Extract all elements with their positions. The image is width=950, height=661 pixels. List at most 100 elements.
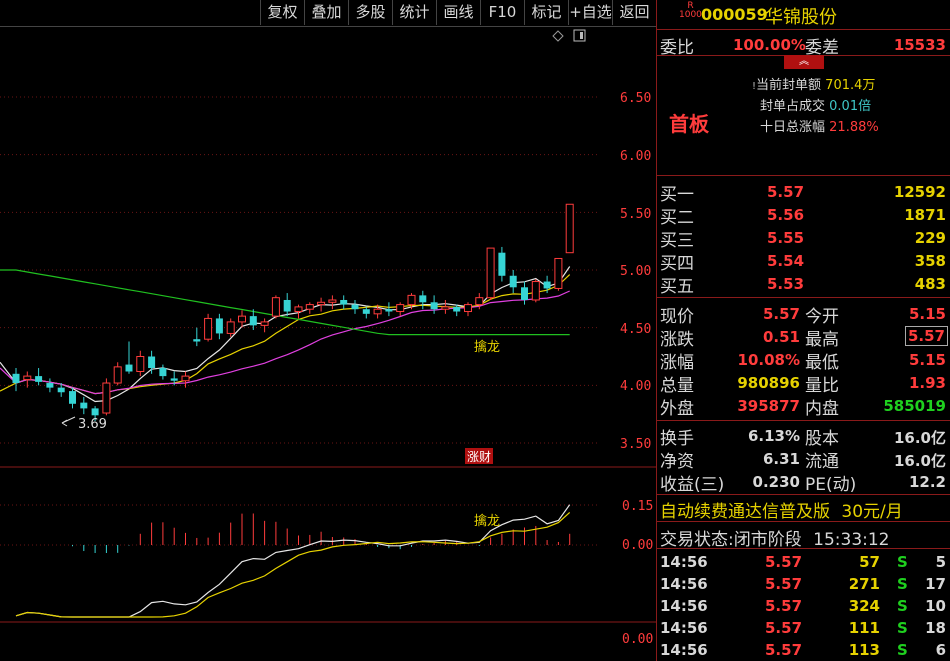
candle-body [419, 295, 427, 303]
divider [657, 420, 950, 421]
fuquan-button[interactable]: 复权 [260, 0, 304, 25]
candle-body [453, 306, 461, 312]
price-tick-label: 3.50 [620, 437, 651, 452]
ten-day-label: 十日总涨幅 [760, 120, 826, 135]
tick-volume: 113 [848, 641, 880, 659]
promo-link[interactable]: 自动续费通达信普及版 30元/月 [660, 497, 903, 522]
quote-value: 395877 [737, 397, 800, 415]
dragon-signal-label: 擒龙 [474, 339, 500, 355]
candle-body [464, 304, 472, 313]
ten-day-row: 十日总涨幅 21.88% [760, 116, 879, 135]
candle-body [305, 304, 314, 310]
tick-price: 5.57 [765, 553, 803, 571]
panel-toggle-icon-bar [580, 32, 583, 39]
diamond-icon[interactable] [552, 30, 564, 42]
fund-value: 16.0亿 [893, 429, 946, 447]
bid-price[interactable]: 5.56 [767, 206, 804, 224]
mark-button[interactable]: 标记 [524, 0, 568, 25]
candle-body [136, 356, 145, 372]
tick-volume: 324 [848, 597, 880, 615]
bid-volume: 12592 [893, 183, 946, 201]
promo-text: 自动续费通达信普及版 [660, 502, 830, 522]
tick-count: 6 [935, 641, 946, 659]
chart-corner-icons [552, 29, 586, 42]
candle-body [441, 306, 450, 310]
candle-body [475, 297, 484, 306]
quote-label: 今开 [805, 307, 839, 327]
candle-body [283, 299, 291, 312]
candle-body [565, 203, 574, 254]
add-watchlist-button[interactable]: +自选 [568, 0, 612, 25]
candle-body [226, 321, 235, 334]
bid-price[interactable]: 5.54 [767, 252, 804, 270]
candle-body [407, 294, 416, 306]
price-tick-label: 4.50 [620, 322, 651, 337]
back-button[interactable]: 返回 [612, 0, 656, 25]
tick-side: S [897, 553, 908, 571]
arrow-icon [61, 419, 68, 427]
candle-body [170, 378, 178, 381]
candle-body [69, 391, 76, 404]
tick-count: 17 [925, 575, 946, 593]
bid-price[interactable]: 5.53 [767, 275, 804, 293]
kline-chart[interactable]: 6.50 6.00 5.50 5.00 4.50 4.00 3.50 3.69 … [0, 27, 656, 661]
indicator-tick-label: 0.00 [622, 538, 653, 553]
tick-count: 18 [925, 619, 946, 637]
multi-stock-button[interactable]: 多股 [348, 0, 392, 25]
fund-label: 流通 [805, 452, 839, 472]
candle-body [373, 308, 382, 315]
overlay-button[interactable]: 叠加 [304, 0, 348, 25]
candle-body [260, 321, 269, 326]
indicator-signal-label: 擒龙 [474, 513, 500, 529]
stock-name: 华锦股份 [765, 7, 837, 28]
quote-label: 内盘 [805, 399, 839, 419]
tick-volume: 271 [848, 575, 880, 593]
bid-price[interactable]: 5.57 [767, 183, 804, 201]
candle-body [204, 317, 213, 340]
candle-body [498, 252, 506, 276]
tick-side: S [897, 575, 908, 593]
news-badge[interactable]: 涨财 [465, 448, 493, 464]
candle-body [351, 304, 359, 310]
candle-body [554, 257, 563, 289]
bid-volume: 1871 [904, 206, 946, 224]
bid-volume: 483 [914, 275, 946, 293]
candle-body [12, 373, 20, 384]
quote-panel: R 1000 000059 华锦股份 委比 100.00% 委差 15533 ︽… [656, 0, 950, 661]
quote-value: 5.57 [904, 326, 948, 346]
stock-code: 000059 [701, 5, 768, 24]
candle-body [486, 247, 495, 299]
seal-amount-value: 701.4万 [825, 78, 876, 93]
fund-value: 16.0亿 [893, 452, 946, 470]
statistics-button[interactable]: 统计 [392, 0, 436, 25]
draw-line-button[interactable]: 画线 [436, 0, 480, 25]
kline-svg: 6.50 6.00 5.50 5.00 4.50 4.00 3.50 3.69 … [0, 29, 656, 647]
candle-body [181, 375, 190, 382]
tick-time: 14:56 [660, 619, 708, 637]
margin-badge: R 1000 [679, 2, 702, 20]
candle-body [102, 382, 111, 414]
candle-body [328, 299, 337, 303]
tick-price: 5.57 [765, 619, 803, 637]
chevron-up-icon[interactable]: ︽ [784, 55, 824, 69]
tick-price: 5.57 [765, 597, 803, 615]
candle-body [125, 364, 133, 372]
quote-value: 5.15 [908, 351, 946, 369]
bid-volume: 229 [914, 229, 946, 247]
bid-price[interactable]: 5.55 [767, 229, 804, 247]
price-tick-label: 6.00 [620, 149, 651, 164]
tick-count: 10 [925, 597, 946, 615]
tick-side: S [897, 597, 908, 615]
fund-label: 收益(三) [660, 475, 725, 495]
quote-value: 10.08% [737, 351, 800, 369]
tick-price: 5.57 [765, 641, 803, 659]
panel-toggle-icon[interactable] [573, 29, 586, 42]
margin-badge-bottom: 1000 [679, 10, 702, 20]
indicator-panel [0, 504, 600, 618]
candle-body [91, 408, 99, 416]
tick-time: 14:56 [660, 597, 708, 615]
candle-body [340, 299, 348, 305]
f10-button[interactable]: F10 [480, 0, 524, 25]
wei-bi-value: 100.00% [733, 36, 806, 54]
candle-body [80, 402, 88, 409]
